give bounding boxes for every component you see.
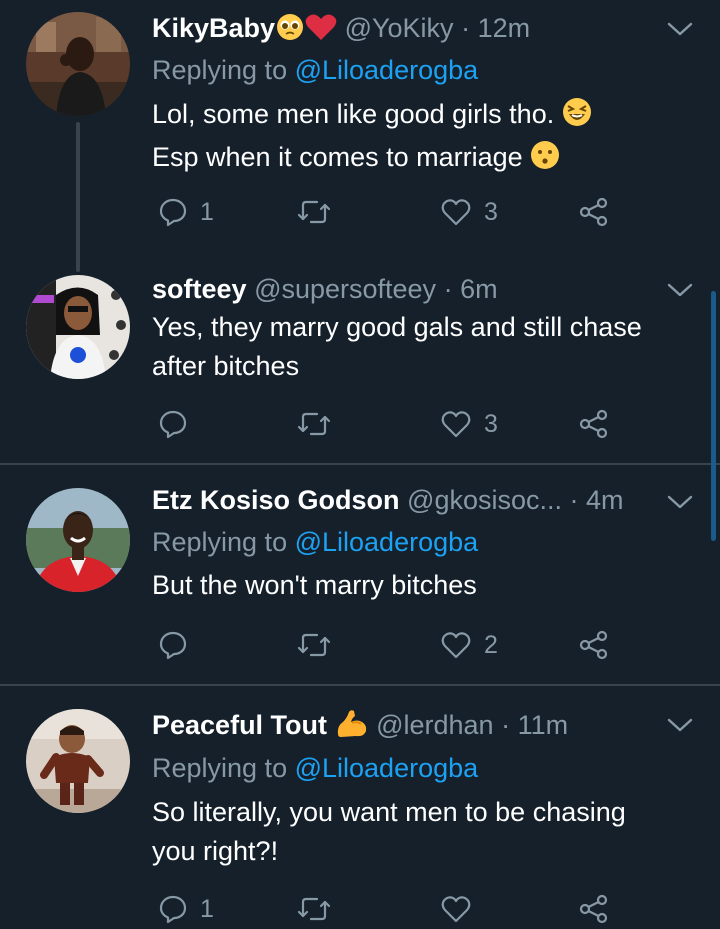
retweet-button[interactable] [297,404,343,444]
pleading-face-emoji [275,13,305,49]
like-button[interactable]: 2 [440,625,498,665]
tweet-actions: 1 [152,889,632,929]
tweet-actions: 2 [152,625,632,665]
tweet-text: Yes, they marry good gals and still chas… [152,308,702,386]
tweet-line: after bitches [152,351,300,381]
handle[interactable]: @YoKiky [345,13,454,43]
tweet-text: But the won't marry bitches [152,566,702,605]
replying-to: Replying to @Liloaderogba [152,53,478,87]
share-icon [579,630,608,660]
tweet-header: Peaceful Tout @lerdhan · 11m [152,708,680,742]
flexed-biceps-emoji [335,708,369,746]
retweet-icon [297,633,331,657]
avatar[interactable] [26,275,130,379]
retweet-button[interactable] [297,625,343,665]
tweet-line: But the won't marry bitches [152,570,477,600]
share-button[interactable] [578,889,610,929]
tweet[interactable]: KikyBaby @YoKiky · 12m Replying to @Lilo… [0,0,720,260]
tweet-actions: 1 3 [152,192,632,232]
reply-count: 1 [200,894,214,923]
heart-icon [441,199,471,226]
display-name[interactable]: KikyBaby [152,13,275,43]
reply-icon [159,198,187,227]
share-button[interactable] [578,192,610,232]
red-heart-emoji [305,13,337,49]
tweet-text: Lol, some men like good girls tho. Esp w… [152,95,702,181]
replying-to-link[interactable]: @Liloaderogba [295,527,479,557]
reply-button[interactable]: 1 [158,192,214,232]
tweet-header: softeey @supersofteey · 6m [152,272,680,306]
reply-button[interactable] [158,625,200,665]
retweet-icon [297,412,331,436]
chevron-down-icon[interactable] [666,20,694,38]
like-count: 2 [484,630,498,659]
tweet[interactable]: Etz Kosiso Godson @gkosisoc... · 4m Repl… [0,465,720,685]
tweet-line: you right?! [152,836,279,866]
replying-to-link[interactable]: @Liloaderogba [295,55,479,85]
tweet-line: Esp when it comes to marriage [152,142,523,172]
chevron-down-icon[interactable] [666,493,694,511]
avatar[interactable] [26,709,130,813]
replying-to-link[interactable]: @Liloaderogba [295,753,479,783]
heart-icon [441,632,471,659]
tweet-header: KikyBaby @YoKiky · 12m [152,11,680,45]
like-count: 3 [484,197,498,226]
timestamp[interactable]: 6m [460,274,498,304]
tweet-text: So literally, you want men to be chasing… [152,793,702,871]
tweet-header: Etz Kosiso Godson @gkosisoc... · 4m [152,483,680,517]
replying-to: Replying to @Liloaderogba [152,751,478,785]
reply-button[interactable]: 1 [158,889,214,929]
share-icon [579,197,608,227]
share-button[interactable] [578,404,610,444]
scrollbar[interactable] [711,291,716,541]
separator-dot: · [443,274,453,304]
replying-prefix: Replying to [152,527,295,557]
timestamp[interactable]: 12m [478,13,531,43]
tweet-line: So literally, you want men to be chasing [152,797,626,827]
separator-dot: · [569,485,579,515]
display-name[interactable]: Etz Kosiso Godson [152,485,400,515]
chevron-down-icon[interactable] [666,716,694,734]
timestamp[interactable]: 11m [518,710,569,740]
handle[interactable]: @lerdhan [376,710,493,740]
tweet-line: Lol, some men like good girls tho. [152,99,555,129]
reply-button[interactable] [158,404,200,444]
handle[interactable]: @gkosisoc... [407,485,562,515]
share-icon [579,409,608,439]
replying-to: Replying to @Liloaderogba [152,525,478,559]
share-icon [579,894,608,924]
retweet-icon [297,200,331,224]
avatar[interactable] [26,488,130,592]
replying-prefix: Replying to [152,753,295,783]
tweet[interactable]: softeey @supersofteey · 6m Yes, they mar… [0,260,720,465]
handle[interactable]: @supersofteey [254,274,436,304]
like-button[interactable]: 3 [440,192,498,232]
share-button[interactable] [578,625,610,665]
separator-dot: · [461,13,471,43]
like-button[interactable]: 3 [440,404,498,444]
heart-icon [441,411,471,438]
tweet-actions: 3 [152,404,632,444]
reply-count: 1 [200,197,214,226]
display-name[interactable]: softeey [152,274,247,304]
replying-prefix: Replying to [152,55,295,85]
timestamp[interactable]: 4m [586,485,624,515]
retweet-button[interactable] [297,889,343,929]
avatar[interactable] [26,12,130,116]
heart-icon [441,896,471,923]
laughing-face-emoji [562,97,592,138]
retweet-button[interactable] [297,192,343,232]
tweet-line: Yes, they marry good gals and still chas… [152,312,642,342]
chevron-down-icon[interactable] [666,281,694,299]
kissing-face-emoji [530,140,560,181]
reply-icon [159,410,187,439]
display-name[interactable]: Peaceful Tout [152,710,327,740]
tweet[interactable]: Peaceful Tout @lerdhan · 11m Replying to… [0,686,720,924]
retweet-icon [297,897,331,921]
separator-dot: · [501,710,511,740]
like-count: 3 [484,409,498,438]
reply-icon [159,895,187,924]
like-button[interactable] [440,889,484,929]
reply-icon [159,631,187,660]
